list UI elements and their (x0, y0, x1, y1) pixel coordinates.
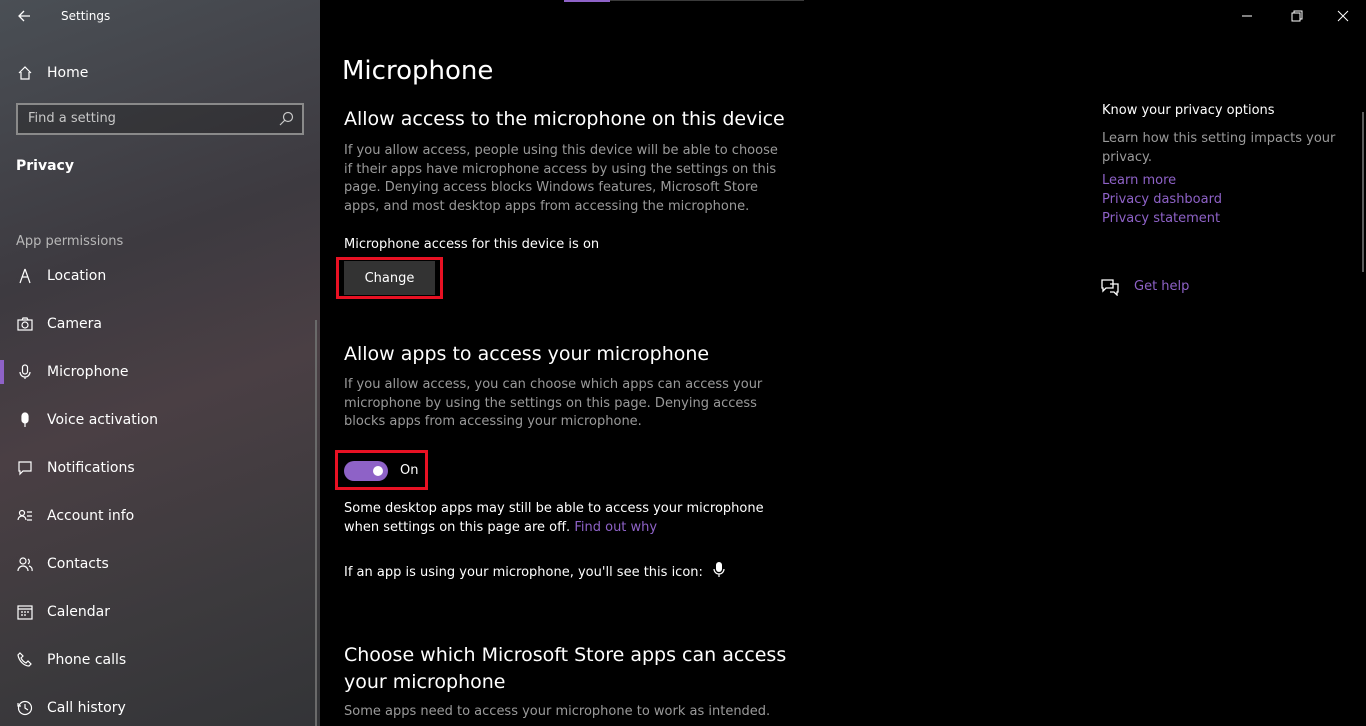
restore-icon (1291, 10, 1303, 22)
sidebar-item-voice-activation[interactable]: Voice activation (0, 400, 320, 440)
device-access-description: If you allow access, people using this d… (344, 143, 778, 214)
main-scrollbar[interactable] (1362, 112, 1364, 272)
sidebar-item-camera[interactable]: Camera (0, 304, 320, 344)
contacts-icon (16, 555, 34, 573)
minimize-button[interactable] (1235, 6, 1259, 26)
microphone-icon (16, 363, 34, 381)
close-button[interactable] (1331, 6, 1355, 26)
sidebar-item-calendar[interactable]: Calendar (0, 592, 320, 632)
calendar-icon (16, 603, 34, 621)
home-icon (16, 64, 34, 82)
sidebar-item-contacts[interactable]: Contacts (0, 544, 320, 584)
store-apps-heading-line2: your microphone (344, 671, 506, 693)
restore-button[interactable] (1285, 6, 1309, 26)
store-apps-description: Some apps need to access your microphone… (344, 704, 771, 719)
mic-icon-note-text: If an app is using your microphone, you'… (344, 565, 703, 580)
back-button[interactable] (12, 6, 36, 26)
search-input[interactable]: Find a setting (16, 103, 304, 135)
desktop-apps-note-text: Some desktop apps may still be able to a… (344, 501, 764, 535)
voice-activation-icon (16, 411, 34, 429)
learn-more-link[interactable]: Learn more (1102, 173, 1176, 188)
desktop-apps-note: Some desktop apps may still be able to a… (344, 500, 794, 537)
sidebar-scrollbar[interactable] (315, 320, 317, 726)
sidebar: Settings Home Find a setting Privacy App… (0, 0, 320, 726)
back-arrow-icon (18, 10, 30, 22)
sidebar-item-label: Calendar (47, 604, 110, 620)
sidebar-item-account-info[interactable]: Account info (0, 496, 320, 536)
close-icon (1337, 10, 1349, 22)
sidebar-item-label: Voice activation (47, 412, 159, 428)
top-accent (564, 0, 610, 2)
find-out-why-link[interactable]: Find out why (574, 520, 657, 535)
privacy-statement-link[interactable]: Privacy statement (1102, 211, 1220, 226)
toggle-state-label: On (400, 463, 419, 478)
apps-access-description: If you allow access, you can choose whic… (344, 377, 763, 429)
search-icon[interactable] (278, 111, 294, 127)
sidebar-item-home[interactable]: Home (0, 53, 320, 93)
camera-icon (16, 315, 34, 333)
account-info-icon (16, 507, 34, 525)
sidebar-item-call-history[interactable]: Call history (0, 688, 320, 726)
privacy-dashboard-link[interactable]: Privacy dashboard (1102, 192, 1222, 207)
location-icon (16, 267, 34, 285)
sidebar-item-label: Home (47, 65, 89, 81)
get-help-link[interactable]: Get help (1134, 279, 1189, 294)
notifications-icon (16, 459, 34, 477)
app-title: Settings (61, 9, 111, 23)
sidebar-item-label: Notifications (47, 460, 135, 476)
sidebar-item-label: Call history (47, 700, 126, 716)
search-placeholder: Find a setting (28, 111, 116, 126)
sidebar-item-label: Phone calls (47, 652, 127, 668)
main-content: Microphone Allow access to the microphon… (320, 0, 1366, 726)
microphone-indicator-icon (713, 562, 725, 577)
apps-access-heading: Allow apps to access your microphone (344, 343, 710, 365)
call-history-icon (16, 699, 34, 717)
phone-calls-icon (16, 651, 34, 669)
apps-access-toggle[interactable] (344, 461, 388, 481)
sidebar-item-notifications[interactable]: Notifications (0, 448, 320, 488)
privacy-options-description: Learn how this setting impacts your priv… (1102, 131, 1336, 165)
device-access-heading: Allow access to the microphone on this d… (344, 108, 785, 130)
sidebar-item-phone-calls[interactable]: Phone calls (0, 640, 320, 680)
change-button[interactable]: Change (344, 261, 435, 295)
page-title: Microphone (342, 56, 494, 86)
title-bar: Settings (0, 0, 320, 32)
device-access-status: Microphone access for this device is on (344, 237, 600, 252)
minimize-icon (1242, 15, 1252, 17)
sidebar-item-label: Contacts (47, 556, 109, 572)
get-help-icon[interactable] (1100, 278, 1120, 296)
sidebar-item-microphone[interactable]: Microphone (0, 352, 320, 392)
mic-icon-note: If an app is using your microphone, you'… (344, 562, 725, 583)
toggle-knob (373, 466, 383, 476)
sidebar-item-label: Account info (47, 508, 135, 524)
store-apps-heading-line1: Choose which Microsoft Store apps can ac… (344, 644, 787, 666)
sidebar-item-label: Microphone (47, 364, 129, 380)
section-title: Privacy (16, 158, 74, 174)
privacy-options-title: Know your privacy options (1102, 103, 1275, 118)
sidebar-item-label: Location (47, 268, 107, 284)
sidebar-item-label: Camera (47, 316, 102, 332)
sidebar-item-location[interactable]: Location (0, 256, 320, 296)
store-apps-heading: Choose which Microsoft Store apps can ac… (344, 642, 786, 696)
group-label: App permissions (16, 234, 124, 249)
